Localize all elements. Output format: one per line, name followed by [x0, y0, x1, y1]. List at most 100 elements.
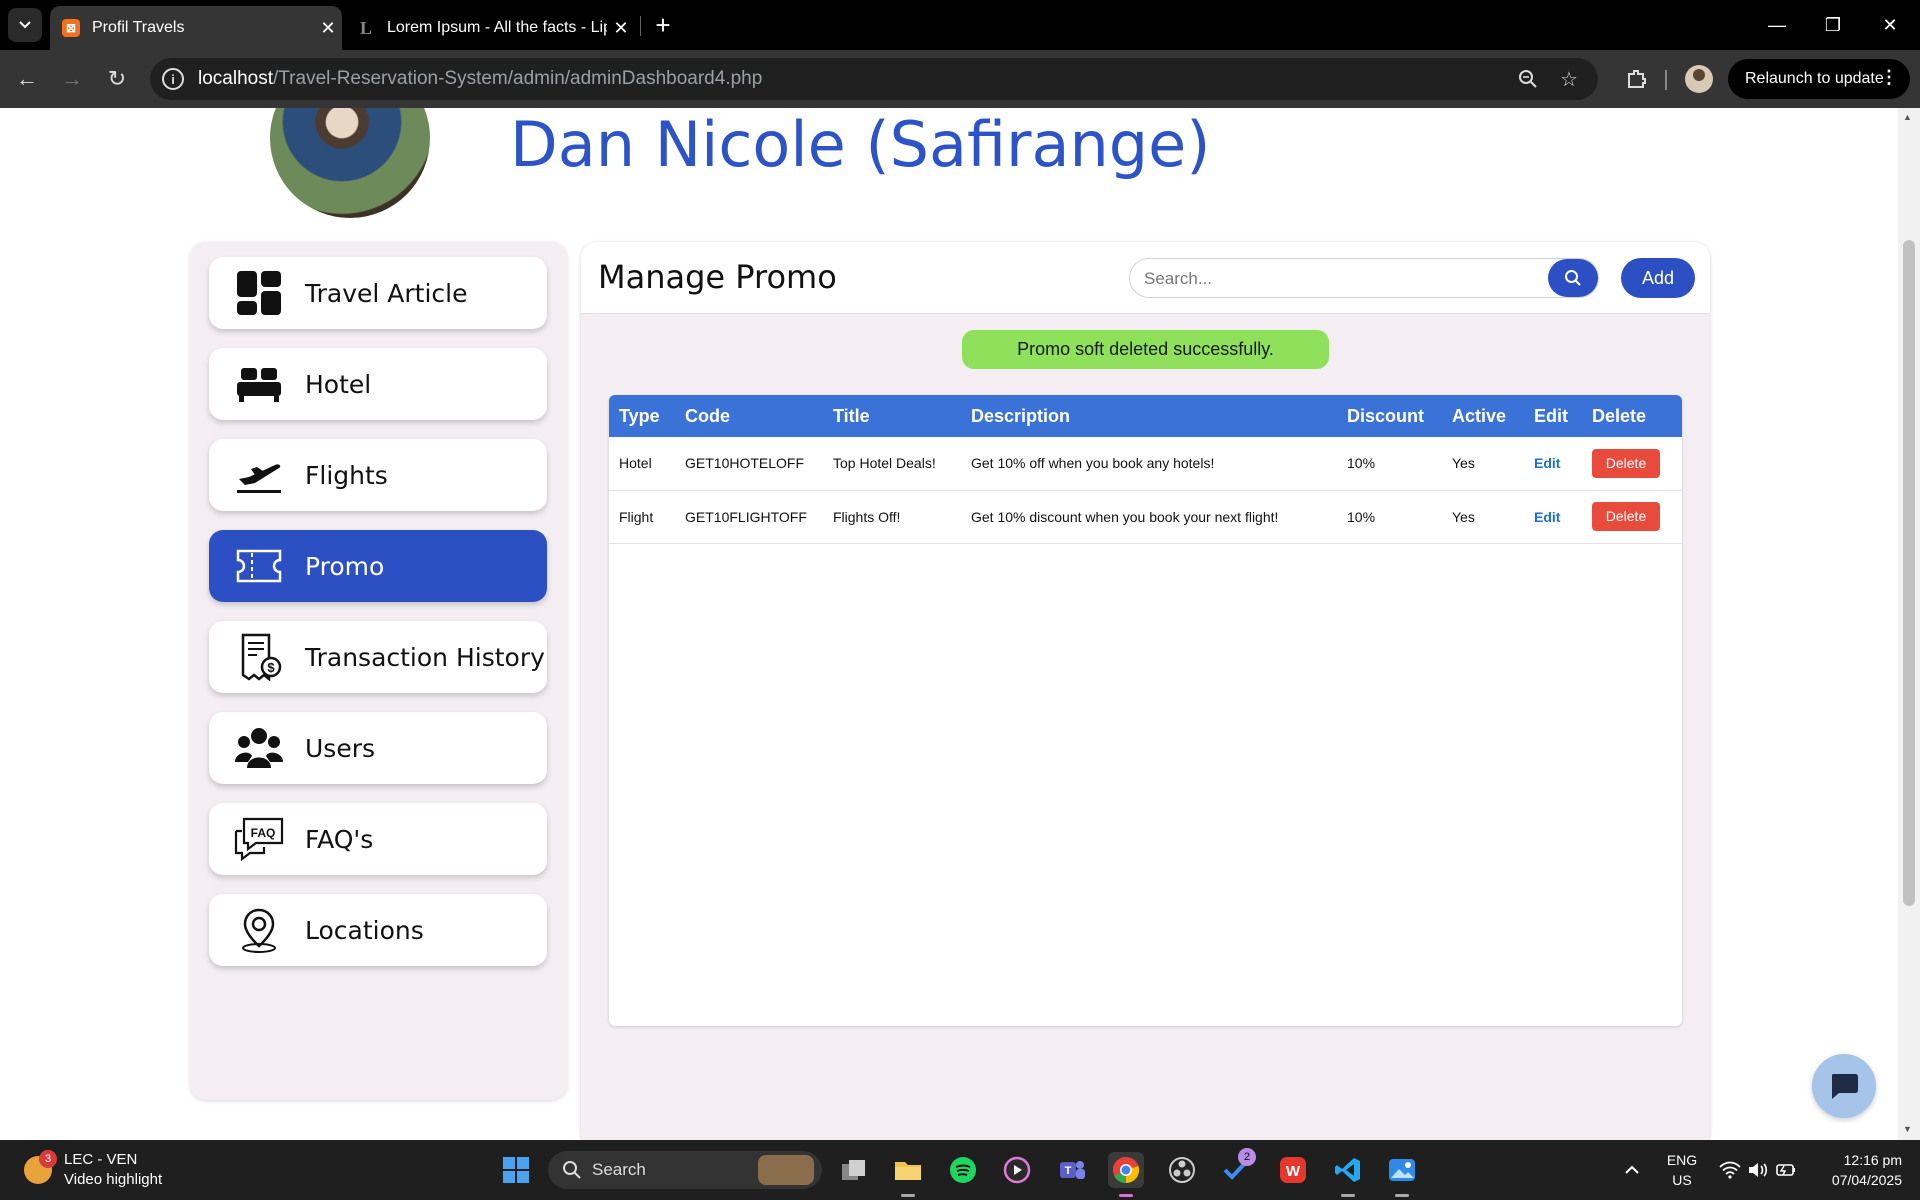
scroll-up-arrow-icon[interactable]: ▲ — [1903, 112, 1912, 122]
search-box — [1129, 258, 1599, 298]
cell-title: Flights Off! — [833, 508, 901, 525]
running-indicator — [1341, 1194, 1355, 1197]
notification-badge: 3 — [39, 1150, 57, 1168]
promo-table: Type Code Title Description Discount Act… — [609, 395, 1682, 544]
cell-title: Top Hotel Deals! — [833, 455, 936, 472]
new-tab-plus-icon[interactable]: + — [648, 10, 678, 40]
cell-discount: 10% — [1347, 455, 1376, 472]
system-clock[interactable]: 12:16 pm 07/04/2025 — [1810, 1150, 1902, 1190]
cell-edit: Edit — [1524, 490, 1582, 543]
page-scrollbar[interactable]: ▲ ▼ — [1898, 108, 1920, 1140]
cell-type: Flight — [619, 508, 654, 525]
restore-icon[interactable]: ❐ — [1813, 8, 1853, 42]
spotify-icon[interactable] — [945, 1152, 981, 1188]
clock-time: 12:16 pm — [1843, 1152, 1902, 1168]
svg-text:FAQ: FAQ — [251, 826, 276, 840]
sidebar-item-users[interactable]: Users — [209, 712, 547, 784]
task-view-icon[interactable] — [836, 1152, 872, 1188]
site-info-icon[interactable]: i — [162, 68, 184, 90]
dashboard-grid-icon — [233, 267, 285, 319]
sidebar-item-transaction-history[interactable]: $ Transaction History — [209, 621, 547, 693]
chrome-icon[interactable] — [1108, 1152, 1144, 1188]
column-header-title: Title — [833, 405, 870, 426]
battery-icon[interactable] — [1768, 1152, 1804, 1188]
reload-icon[interactable]: ↻ — [100, 62, 134, 96]
profile-avatar[interactable] — [1685, 65, 1713, 93]
extensions-puzzle-icon[interactable] — [1620, 62, 1654, 96]
chat-button[interactable] — [1812, 1054, 1876, 1118]
column-header-discount: Discount — [1347, 405, 1425, 426]
vscode-icon[interactable] — [1330, 1152, 1366, 1188]
bed-icon — [233, 358, 285, 410]
running-indicator — [901, 1194, 915, 1197]
media-player-icon[interactable] — [999, 1152, 1035, 1188]
column-header-type: Type — [619, 405, 660, 426]
weather-widget[interactable]: 3 LEC - VEN Video highlight — [24, 1150, 204, 1192]
table-header-row: Type Code Title Description Discount Act… — [609, 395, 1682, 437]
search-button[interactable] — [1548, 259, 1598, 297]
toolbar-separator — [1665, 70, 1667, 90]
tab-close-icon[interactable]: ✕ — [314, 18, 342, 39]
sidebar-item-label: Travel Article — [305, 278, 468, 308]
photos-icon[interactable] — [1384, 1152, 1420, 1188]
zoom-icon[interactable] — [1516, 67, 1540, 91]
bookmark-star-icon[interactable]: ☆ — [1557, 67, 1581, 91]
search-highlight-image — [758, 1155, 814, 1185]
region-code: US — [1672, 1172, 1692, 1188]
cell-active: Yes — [1452, 508, 1475, 525]
sidebar-item-promo[interactable]: Promo — [209, 530, 547, 602]
column-header-active: Active — [1452, 405, 1507, 426]
active-window-indicator — [1119, 1194, 1133, 1197]
address-bar[interactable]: i localhost/Travel-Reservation-System/ad… — [150, 58, 1598, 100]
delete-button[interactable]: Delete — [1592, 448, 1660, 478]
chat-bubble-icon — [1832, 1074, 1858, 1099]
more-menu-icon[interactable]: ⋮ — [1880, 67, 1898, 88]
window-close-icon[interactable]: ✕ — [1870, 8, 1910, 42]
obs-icon[interactable] — [1164, 1152, 1200, 1188]
add-promo-button[interactable]: Add — [1621, 258, 1695, 298]
file-explorer-icon[interactable] — [890, 1152, 926, 1188]
tab-search-chevron-icon[interactable] — [8, 8, 42, 42]
admin-name-heading: Dan Nicole (Safirange) — [510, 108, 1211, 181]
scroll-down-arrow-icon[interactable]: ▼ — [1903, 1124, 1912, 1134]
edit-link[interactable]: Edit — [1534, 455, 1560, 471]
page-content: Dan Nicole (Safirange) Travel Article Ho… — [0, 108, 1920, 1140]
delete-button[interactable]: Delete — [1592, 502, 1660, 531]
sidebar-item-label: Promo — [305, 551, 385, 581]
search-input[interactable] — [1144, 267, 1534, 291]
tab-title: Lorem Ipsum - All the facts - Lip — [387, 19, 607, 36]
sidebar-item-travel-article[interactable]: Travel Article — [209, 257, 547, 329]
wps-office-icon[interactable]: W — [1275, 1152, 1311, 1188]
cell-active: Yes — [1452, 455, 1475, 472]
cell-code: GET10FLIGHTOFF — [685, 508, 807, 525]
ticket-icon — [233, 540, 285, 592]
edit-link[interactable]: Edit — [1534, 509, 1560, 525]
scrollbar-thumb[interactable] — [1903, 240, 1915, 906]
sidebar-item-hotel[interactable]: Hotel — [209, 348, 547, 420]
forward-arrow-icon[interactable]: → — [55, 62, 89, 96]
sidebar-item-label: Hotel — [305, 369, 372, 399]
windows-start-icon[interactable] — [498, 1152, 534, 1188]
panel-header: Manage Promo Add — [581, 242, 1710, 314]
back-arrow-icon[interactable]: ← — [10, 62, 44, 96]
sidebar-item-faqs[interactable]: FAQ FAQ's — [209, 803, 547, 875]
teams-icon[interactable]: T — [1054, 1152, 1090, 1188]
show-hidden-icons-chevron-icon[interactable] — [1614, 1152, 1650, 1188]
minimize-icon[interactable]: — — [1757, 8, 1797, 42]
lorem-favicon-icon: L — [359, 17, 372, 38]
sidebar-item-flights[interactable]: Flights — [209, 439, 547, 511]
taskbar-search[interactable]: Search — [548, 1151, 822, 1189]
tab-close-icon[interactable]: ✕ — [607, 18, 635, 39]
clock-date: 07/04/2025 — [1831, 1172, 1902, 1188]
input-language-indicator[interactable]: ENG US — [1665, 1150, 1699, 1190]
page-title: Manage Promo — [598, 258, 837, 296]
tab-lorem-ipsum[interactable]: L Lorem Ipsum - All the facts - Lip ✕ — [345, 6, 635, 50]
relaunch-to-update-button[interactable]: Relaunch to update ⋮ — [1728, 59, 1910, 99]
sidebar-item-locations[interactable]: Locations — [209, 894, 547, 966]
svg-text:$: $ — [267, 660, 275, 675]
cell-description: Get 10% discount when you book your next… — [971, 508, 1279, 525]
promo-table-container: Type Code Title Description Discount Act… — [609, 395, 1682, 1026]
column-header-code: Code — [685, 405, 730, 426]
sidebar-item-label: Locations — [305, 915, 424, 945]
tab-profil-travels[interactable]: ⊠ Profil Travels ✕ — [50, 6, 342, 50]
